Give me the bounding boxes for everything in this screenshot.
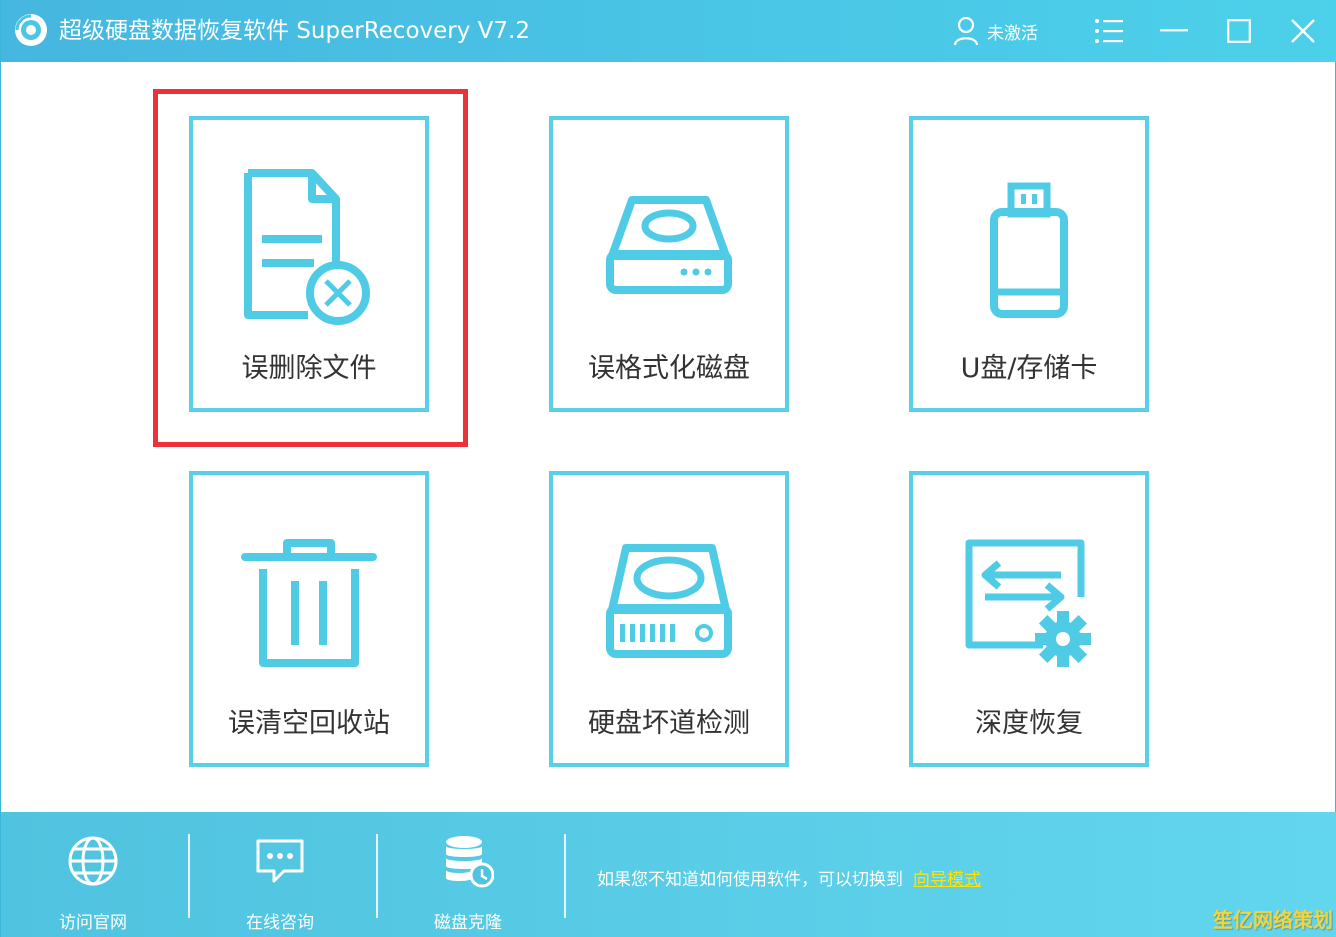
database-clone-icon [446, 836, 494, 888]
visit-website-button[interactable]: 访问官网 [33, 832, 153, 933]
close-icon [1291, 19, 1315, 43]
card-label: 误删除文件 [241, 353, 377, 384]
usb-drive-icon [990, 182, 1068, 318]
minimize-button[interactable] [1152, 9, 1196, 53]
user-account[interactable]: 未激活 [953, 12, 1038, 50]
trash-icon [241, 539, 377, 667]
tool-label: 在线咨询 [246, 913, 314, 933]
disk-clone-button[interactable]: 磁盘克隆 [408, 832, 528, 933]
card-label: 深度恢复 [975, 708, 1083, 739]
close-button[interactable] [1281, 9, 1325, 53]
disk-check-icon [606, 544, 732, 658]
maximize-icon [1227, 19, 1251, 43]
chat-icon [256, 839, 304, 883]
globe-icon [68, 836, 118, 886]
tool-label: 磁盘克隆 [434, 913, 502, 933]
app-title: 超级硬盘数据恢复软件 SuperRecovery V7.2 [59, 18, 530, 44]
card-label: 误格式化磁盘 [588, 353, 750, 384]
card-label: 误清空回收站 [228, 708, 390, 739]
card-recycle-bin[interactable]: 误清空回收站 [189, 471, 429, 767]
divider [376, 834, 378, 918]
user-status-label: 未激活 [987, 23, 1038, 44]
card-formatted-disk[interactable]: 误格式化磁盘 [549, 116, 789, 412]
deleted-file-icon [244, 169, 370, 325]
user-icon [953, 16, 979, 46]
card-label: 硬盘坏道检测 [588, 708, 750, 739]
hard-disk-icon [606, 196, 732, 294]
divider [188, 834, 190, 918]
app-logo-icon [15, 14, 47, 46]
card-deleted-file[interactable]: 误删除文件 [189, 116, 429, 412]
deep-recovery-icon [965, 539, 1091, 667]
wizard-mode-link[interactable]: 向导模式 [913, 870, 981, 890]
hint-text: 如果您不知道如何使用软件，可以切换到 [597, 870, 903, 890]
minimize-icon [1160, 29, 1188, 32]
hint-text-row: 如果您不知道如何使用软件，可以切换到 向导模式 [597, 865, 981, 890]
menu-button[interactable] [1087, 9, 1131, 53]
tool-label: 访问官网 [59, 913, 127, 933]
online-consult-button[interactable]: 在线咨询 [220, 832, 340, 933]
card-bad-sector-check[interactable]: 硬盘坏道检测 [549, 471, 789, 767]
maximize-button[interactable] [1217, 9, 1261, 53]
menu-icon [1095, 19, 1123, 43]
card-usb-drive[interactable]: U盘/存储卡 [909, 116, 1149, 412]
card-deep-recovery[interactable]: 深度恢复 [909, 471, 1149, 767]
app-window: 超级硬盘数据恢复软件 SuperRecovery V7.2 未激活 误删除文件 … [0, 0, 1336, 937]
watermark: 笙亿网络策划 [1213, 908, 1333, 932]
bottom-toolbar: 访问官网 在线咨询 磁盘克隆 如果您不知道如何使用软件，可以切换到 向导模式 笙… [1, 812, 1336, 937]
divider [564, 834, 566, 918]
title-bar[interactable]: 超级硬盘数据恢复软件 SuperRecovery V7.2 未激活 [1, 0, 1336, 62]
card-label: U盘/存储卡 [960, 353, 1098, 384]
